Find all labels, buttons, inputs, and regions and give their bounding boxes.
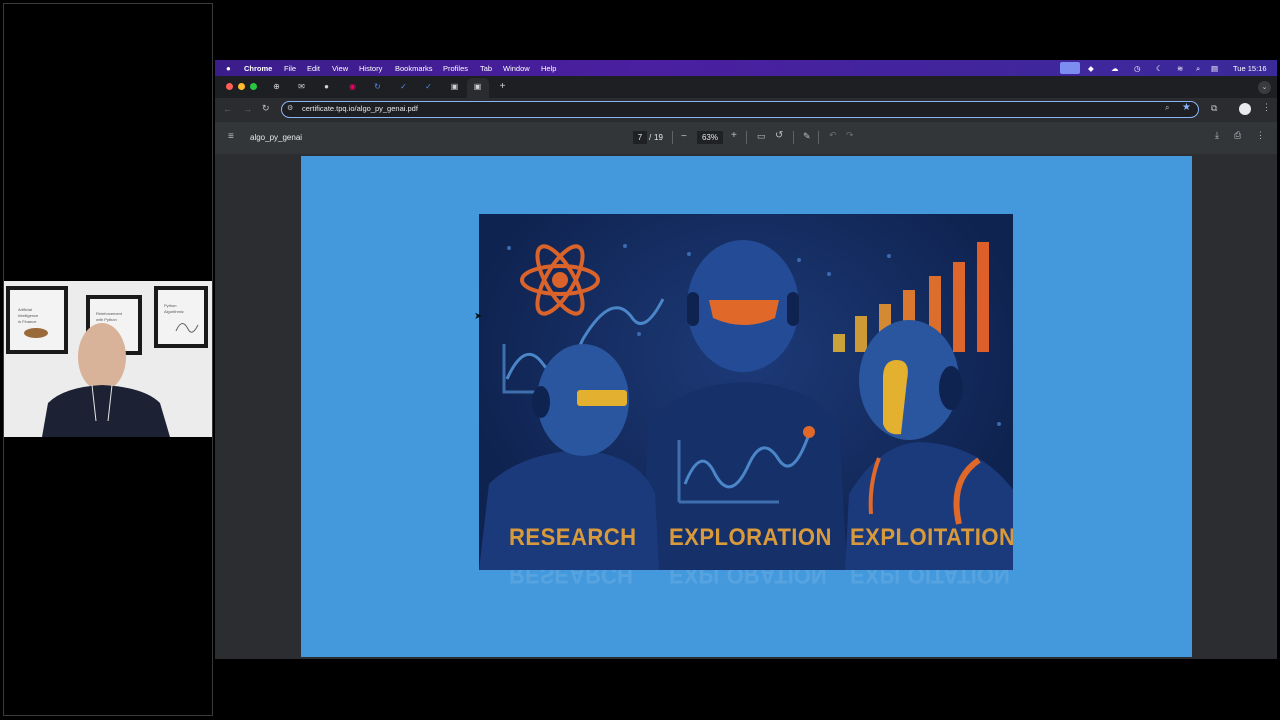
divider-3 (793, 131, 794, 144)
menubar-clock: Tue 15:16 (1233, 64, 1267, 73)
print-icon[interactable]: ⎙ (1234, 130, 1241, 141)
fit-page-icon[interactable]: ▭ (757, 131, 766, 142)
redo-icon[interactable]: ↷ (846, 130, 854, 141)
svg-text:Intelligence: Intelligence (18, 313, 39, 318)
new-tab-button[interactable]: + (497, 81, 508, 92)
webcam-video: Artificial Intelligence in Finance Reinf… (4, 281, 212, 437)
back-icon[interactable]: ← (223, 104, 232, 114)
pdf-toolbar: ≡ algo_py_genai 7 / 19 − 63% + ▭ ↺ ✎ ↶ ↷… (215, 122, 1277, 154)
more-options-icon[interactable]: ⋮ (1256, 130, 1265, 141)
tab-globe-icon[interactable]: ⊕ (271, 81, 282, 92)
site-info-icon[interactable]: ⚙ (287, 104, 293, 112)
svg-text:Python: Python (164, 303, 176, 308)
page-total: 19 (654, 133, 663, 142)
webcam-scene: Artificial Intelligence in Finance Reinf… (4, 281, 212, 437)
menu-help[interactable]: Help (541, 64, 556, 73)
center-robot (639, 240, 847, 570)
menu-file[interactable]: File (284, 64, 296, 73)
svg-text:Reinforcement: Reinforcement (96, 311, 123, 316)
tab-search-icon[interactable]: ⌄ (1258, 81, 1271, 94)
reflection-exploration: EXPLORATION (669, 570, 827, 588)
divider-2 (746, 131, 747, 144)
cloud-icon[interactable]: ☁ (1111, 64, 1119, 73)
tab-mail-icon[interactable]: ✉ (296, 81, 307, 92)
menu-tab[interactable]: Tab (480, 64, 492, 73)
poster-illustration (479, 240, 1013, 570)
extensions-icon[interactable]: ⧉ (1211, 103, 1217, 114)
window-minimize-button[interactable] (238, 83, 245, 90)
forward-icon[interactable]: → (243, 104, 252, 114)
zoom-out-button[interactable]: − (681, 131, 687, 142)
menu-history[interactable]: History (359, 64, 382, 73)
pdf-viewport[interactable]: RESEARCH EXPLORATION EXPLOITATION RESEAR… (215, 154, 1277, 659)
tab-active[interactable]: ▣ (467, 78, 489, 98)
search-icon[interactable]: ⌕ (1196, 64, 1200, 74)
svg-text:in Finance: in Finance (18, 319, 37, 324)
chrome-menu-icon[interactable]: ⋮ (1262, 102, 1271, 113)
svg-text:with Python: with Python (96, 317, 117, 322)
tab-active-icon: ▣ (473, 82, 482, 91)
pdf-page: RESEARCH EXPLORATION EXPLOITATION RESEAR… (301, 156, 1192, 657)
wifi-icon[interactable]: ≋ (1177, 64, 1183, 73)
window-close-button[interactable] (226, 83, 233, 90)
tab-check-icon[interactable]: ✓ (398, 81, 409, 92)
poster-image: RESEARCH EXPLORATION EXPLOITATION (479, 214, 1013, 570)
frame1-text: Artificial (18, 307, 32, 312)
menu-bookmarks[interactable]: Bookmarks (395, 64, 433, 73)
address-bar[interactable]: ⚙ certificate.tpq.io/algo_py_genai.pdf ⌕… (281, 101, 1199, 118)
bookmark-star-icon[interactable]: ★ (1182, 102, 1191, 113)
divider-4 (818, 131, 819, 144)
reload-icon[interactable]: ↻ (262, 103, 270, 114)
axis-left (502, 344, 539, 394)
label-research: RESEARCH (509, 524, 637, 551)
page-number-input[interactable]: 7 (633, 131, 647, 144)
menu-window[interactable]: Window (503, 64, 530, 73)
mouse-cursor-icon: ➤ (474, 311, 483, 322)
profile-avatar[interactable] (1239, 103, 1251, 115)
reflection-research: RESEARCH (509, 570, 633, 588)
label-exploration: EXPLORATION (669, 524, 832, 551)
moon-icon[interactable]: ☾ (1156, 64, 1163, 73)
svg-text:Algorithmic: Algorithmic (164, 309, 184, 314)
url-text[interactable]: certificate.tpq.io/algo_py_genai.pdf (302, 104, 418, 113)
zoom-in-button[interactable]: + (731, 130, 737, 141)
pdf-title: algo_py_genai (250, 133, 303, 142)
annotate-icon[interactable]: ✎ (803, 131, 811, 142)
menu-edit[interactable]: Edit (307, 64, 320, 73)
browser-tabstrip: ⊕ ✉ ● ◉ ↻ ✓ ✓ ▣ ▣ + ⌄ (215, 76, 1277, 98)
browser-toolbar: ← → ↻ ⚙ certificate.tpq.io/algo_py_genai… (215, 98, 1277, 122)
tab-app-icon[interactable]: ◉ (347, 81, 358, 92)
download-icon[interactable]: ⤓ (1215, 130, 1219, 141)
dropbox-icon[interactable]: ◆ (1088, 64, 1094, 73)
macos-menubar: ● Chrome File Edit View History Bookmark… (215, 60, 1277, 76)
screen-share-icon[interactable] (1060, 62, 1080, 74)
menu-app-name[interactable]: Chrome (244, 64, 272, 73)
tab-github-icon[interactable]: ● (321, 81, 332, 92)
zoom-input[interactable]: 63% (697, 131, 723, 144)
sidebar-menu-icon[interactable]: ≡ (228, 131, 234, 142)
menu-profiles[interactable]: Profiles (443, 64, 468, 73)
poster-reflection: RESEARCH EXPLORATION EXPLOITATION (479, 570, 1013, 610)
label-exploitation: EXPLOITATION (850, 524, 1013, 551)
divider (672, 131, 673, 144)
window-zoom-button[interactable] (250, 83, 257, 90)
control-center-icon[interactable]: ▤ (1211, 64, 1218, 73)
tab-image-icon[interactable]: ▣ (449, 81, 460, 92)
page-separator: / (649, 133, 652, 142)
undo-icon[interactable]: ↶ (829, 130, 837, 141)
tab-check-icon-2[interactable]: ✓ (423, 81, 434, 92)
tab-sync-icon[interactable]: ↻ (372, 81, 383, 92)
time-machine-icon[interactable]: ◷ (1134, 64, 1141, 73)
person-head (78, 323, 126, 391)
rotate-icon[interactable]: ↺ (775, 130, 783, 141)
atom-icon (520, 244, 600, 316)
reflection-exploitation: EXPLOITATION (850, 570, 1010, 588)
apple-icon[interactable]: ● (226, 64, 231, 73)
zoom-lens-icon[interactable]: ⌕ (1165, 103, 1169, 113)
shared-screen: ● Chrome File Edit View History Bookmark… (215, 60, 1277, 659)
menu-view[interactable]: View (332, 64, 348, 73)
